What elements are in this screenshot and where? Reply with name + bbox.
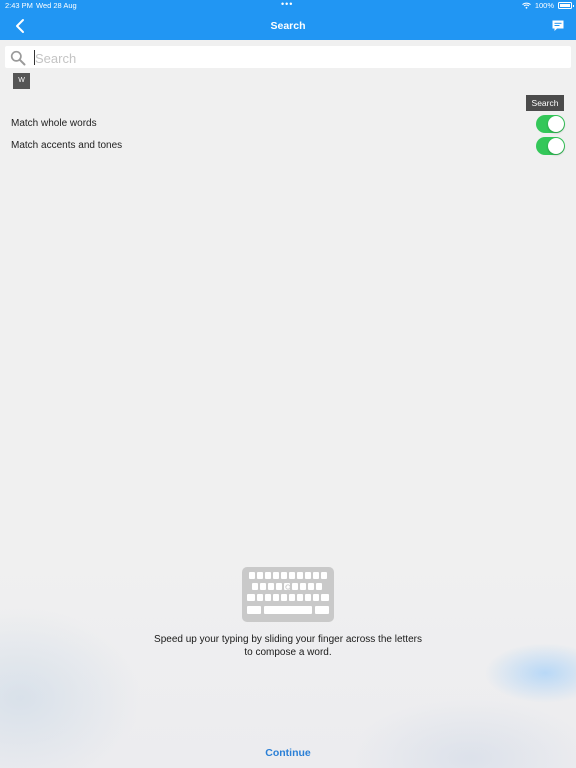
multitasking-dots[interactable]: ••• xyxy=(281,0,293,9)
search-input[interactable] xyxy=(33,49,557,68)
nav-bar: Search xyxy=(0,12,576,40)
search-button[interactable]: Search xyxy=(526,95,564,111)
status-time: 2:43 PM xyxy=(5,1,33,10)
match-whole-words-toggle[interactable] xyxy=(536,115,565,133)
option-match-whole-words: Match whole words xyxy=(11,114,569,134)
search-icon xyxy=(10,50,26,66)
keyboard-toggle-button[interactable]: W xyxy=(13,73,30,89)
option-label: Match whole words xyxy=(11,118,97,129)
option-label: Match accents and tones xyxy=(11,140,123,151)
text-cursor xyxy=(34,50,35,65)
continue-button[interactable]: Continue xyxy=(0,747,576,759)
status-date: Wed 28 Aug xyxy=(36,1,77,10)
option-match-accents: Match accents and tones xyxy=(11,136,569,156)
page-title: Search xyxy=(270,20,306,32)
status-bar: 2:43 PM Wed 28 Aug ••• 100% xyxy=(0,0,576,12)
onboarding-message: Speed up your typing by sliding your fin… xyxy=(154,634,422,658)
toggle-knob xyxy=(548,116,564,132)
toggle-knob xyxy=(548,138,564,154)
chat-icon[interactable] xyxy=(551,19,565,33)
wifi-icon xyxy=(521,2,531,9)
search-field[interactable] xyxy=(5,46,571,68)
battery-icon xyxy=(558,2,574,9)
onboarding-panel: Speed up your typing by sliding your fin… xyxy=(0,548,576,768)
battery-percent: 100% xyxy=(534,1,554,10)
keyboard-illustration-icon xyxy=(242,567,334,622)
status-right: 100% xyxy=(521,1,574,10)
match-accents-toggle[interactable] xyxy=(536,137,565,155)
